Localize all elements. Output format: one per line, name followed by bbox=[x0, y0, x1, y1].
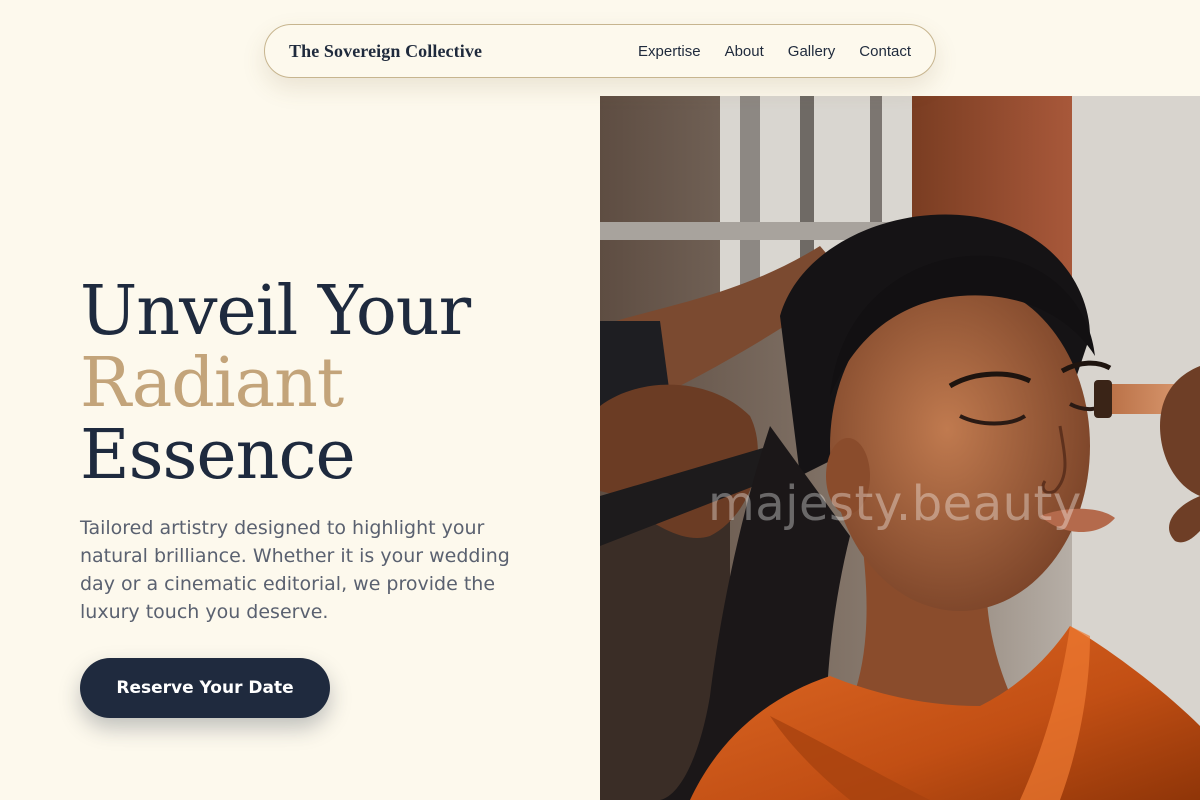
reserve-date-button[interactable]: Reserve Your Date bbox=[80, 658, 330, 718]
hero-headline-accent: Radiant bbox=[80, 344, 344, 423]
hero-photo-illustration bbox=[600, 96, 1200, 800]
hero-photo: majesty.beauty bbox=[600, 96, 1200, 800]
hero-headline-line-1: Unveil Your bbox=[80, 272, 471, 351]
watermark-text: majesty.beauty bbox=[708, 476, 1082, 532]
nav-links: Expertise About Gallery Contact bbox=[638, 43, 911, 60]
hero-description: Tailored artistry designed to highlight … bbox=[80, 517, 510, 623]
nav-link-expertise[interactable]: Expertise bbox=[638, 43, 701, 60]
nav-link-about[interactable]: About bbox=[725, 43, 764, 60]
nav-link-contact[interactable]: Contact bbox=[859, 43, 911, 60]
hero-headline: Unveil Your Radiant Essence bbox=[80, 272, 471, 495]
hero-headline-line-3: Essence bbox=[80, 416, 356, 495]
top-navigation: The Sovereign Collective Expertise About… bbox=[264, 24, 936, 78]
brand-logo[interactable]: The Sovereign Collective bbox=[289, 41, 482, 62]
nav-link-gallery[interactable]: Gallery bbox=[788, 43, 836, 60]
landing-page: The Sovereign Collective Expertise About… bbox=[0, 0, 1200, 800]
